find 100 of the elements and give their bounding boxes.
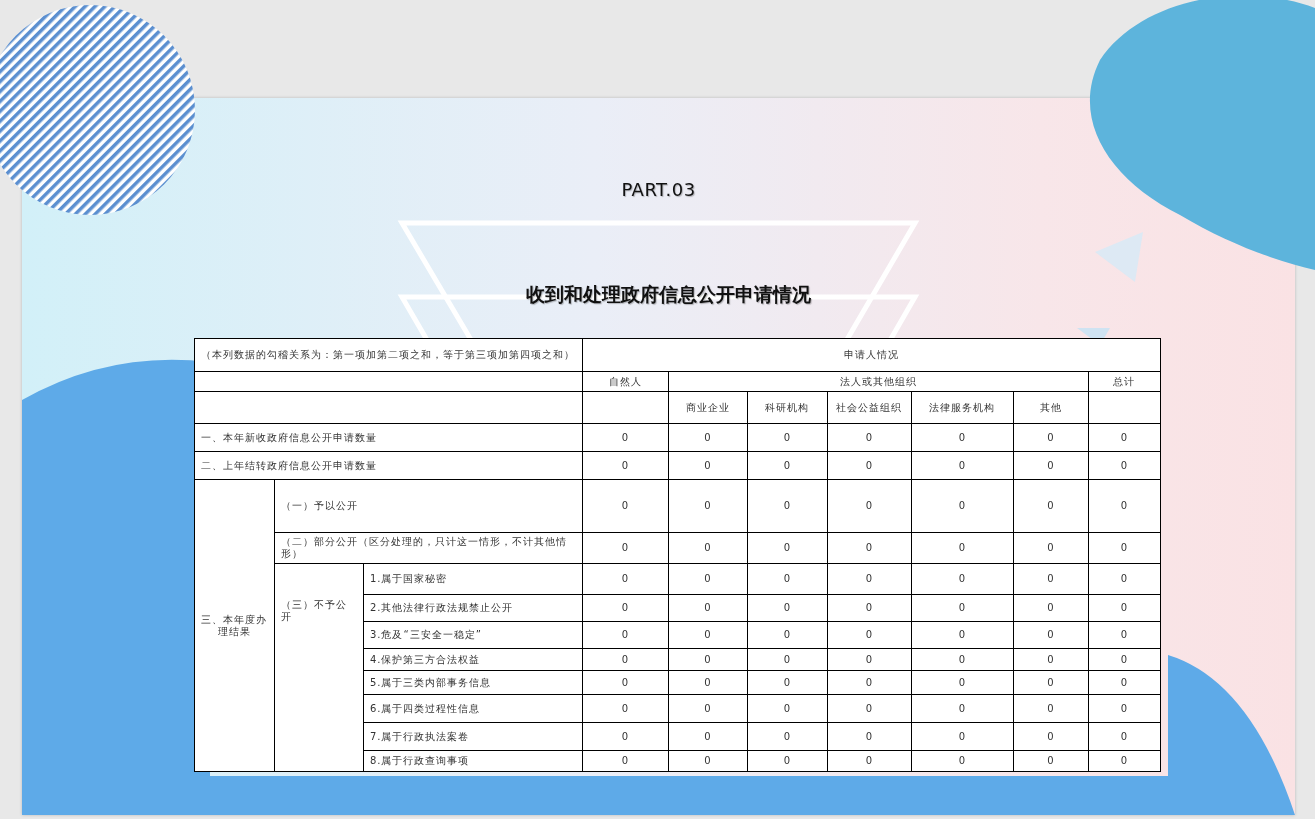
table-cell: 0: [1088, 563, 1161, 595]
table-cell: 0: [827, 722, 912, 751]
table-cell: 0: [668, 451, 748, 480]
table-cell: 商业企业: [668, 391, 748, 424]
table-cell: 0: [747, 451, 828, 480]
table-cell: （三）不予公开: [274, 563, 364, 772]
table-cell: 0: [747, 621, 828, 649]
table-cell: 自然人: [582, 371, 669, 392]
table-cell: （一）予以公开: [274, 479, 583, 533]
table-cell: 0: [747, 750, 828, 772]
table-cell: 0: [827, 594, 912, 622]
table-cell: 0: [668, 563, 748, 595]
table-cell: 其他: [1013, 391, 1089, 424]
table-cell: 0: [1013, 621, 1089, 649]
table-cell: （本列数据的勾稽关系为：第一项加第二项之和，等于第三项加第四项之和）: [194, 338, 583, 372]
table-cell: 法人或其他组织: [668, 371, 1089, 392]
slide-title: 收到和处理政府信息公开申请情况: [526, 282, 811, 307]
table-cell: 0: [747, 532, 828, 564]
table-cell: 0: [582, 722, 669, 751]
table-cell: 三、本年度办理结果: [194, 479, 275, 772]
table-cell: 0: [668, 670, 748, 695]
table-cell: 0: [911, 532, 1014, 564]
table-cell: 总计: [1088, 371, 1161, 392]
table-cell: 0: [582, 594, 669, 622]
table-cell: 0: [911, 621, 1014, 649]
table-cell: 0: [582, 423, 669, 452]
table-cell: 0: [1013, 594, 1089, 622]
table-cell: 0: [668, 423, 748, 452]
table-cell: 社会公益组织: [827, 391, 912, 424]
table-cell: 0: [911, 670, 1014, 695]
table-cell: 科研机构: [747, 391, 828, 424]
table-cell: 0: [582, 670, 669, 695]
table-cell: 0: [582, 621, 669, 649]
table-cell: 7.属于行政执法案卷: [363, 722, 583, 751]
table-cell: 0: [911, 722, 1014, 751]
table-cell: 0: [1013, 722, 1089, 751]
table-cell: 0: [911, 479, 1014, 533]
table-cell: 0: [1013, 648, 1089, 671]
table-cell: 0: [1088, 621, 1161, 649]
table-cell: 0: [747, 694, 828, 723]
table-cell: 0: [582, 563, 669, 595]
table-cell: 0: [911, 451, 1014, 480]
table-cell: 0: [827, 563, 912, 595]
table-cell: 0: [747, 670, 828, 695]
table-cell: 0: [668, 621, 748, 649]
table-cell: 0: [1088, 479, 1161, 533]
table-cell: 0: [582, 750, 669, 772]
table-cell: 0: [1013, 451, 1089, 480]
table-cell: 8.属于行政查询事项: [363, 750, 583, 772]
table-cell: 0: [747, 722, 828, 751]
table-cell: 0: [1088, 694, 1161, 723]
table-cell: 0: [827, 621, 912, 649]
table-cell: 0: [1088, 750, 1161, 772]
table-cell: 0: [1088, 423, 1161, 452]
table-cell: 0: [1088, 532, 1161, 564]
table-cell: 0: [668, 750, 748, 772]
table-cell: 0: [1013, 423, 1089, 452]
table-cell: 0: [582, 532, 669, 564]
table-cell: 0: [1088, 594, 1161, 622]
table-cell: 0: [582, 694, 669, 723]
table-cell: 0: [827, 750, 912, 772]
table-cell: 0: [1088, 670, 1161, 695]
table-cell: 0: [1013, 532, 1089, 564]
table-cell: 0: [1013, 563, 1089, 595]
table-cell: 0: [1013, 479, 1089, 533]
table-cell: 0: [911, 423, 1014, 452]
table-cell: 4.保护第三方合法权益: [363, 648, 583, 671]
table-cell: 0: [668, 594, 748, 622]
table-cell: 0: [668, 479, 748, 533]
table-cell: 3.危及“三安全一稳定”: [363, 621, 583, 649]
table-cell: 0: [911, 563, 1014, 595]
table-cell: （二）部分公开（区分处理的，只计这一情形，不计其他情形）: [274, 532, 583, 564]
table-cell: 1.属于国家秘密: [363, 563, 583, 595]
table-cell: 0: [1088, 722, 1161, 751]
table-cell: 0: [827, 479, 912, 533]
table-cell: 0: [668, 532, 748, 564]
table-cell: 0: [827, 423, 912, 452]
table-cell: 0: [747, 563, 828, 595]
table-cell: 0: [668, 694, 748, 723]
table-cell: 0: [911, 750, 1014, 772]
table-cell: 0: [747, 423, 828, 452]
table-cell: 法律服务机构: [911, 391, 1014, 424]
table-cell: 0: [747, 594, 828, 622]
table-cell: 6.属于四类过程性信息: [363, 694, 583, 723]
table-cell: 0: [911, 594, 1014, 622]
table-cell: 二、上年结转政府信息公开申请数量: [194, 451, 583, 480]
table-cell: 0: [668, 648, 748, 671]
table-cell: 0: [668, 722, 748, 751]
table-cell: 0: [1013, 750, 1089, 772]
triangle-shape: [1095, 232, 1143, 282]
table-cell: 申请人情况: [582, 338, 1161, 372]
table-cell: 2.其他法律行政法规禁止公开: [363, 594, 583, 622]
table-cell: 0: [1013, 694, 1089, 723]
table-cell: 0: [827, 532, 912, 564]
table-cell: 0: [911, 648, 1014, 671]
table-cell: 0: [1088, 648, 1161, 671]
table-cell: 0: [827, 648, 912, 671]
table-cell: 0: [827, 670, 912, 695]
table-cell: 0: [747, 648, 828, 671]
table-cell: 0: [747, 479, 828, 533]
